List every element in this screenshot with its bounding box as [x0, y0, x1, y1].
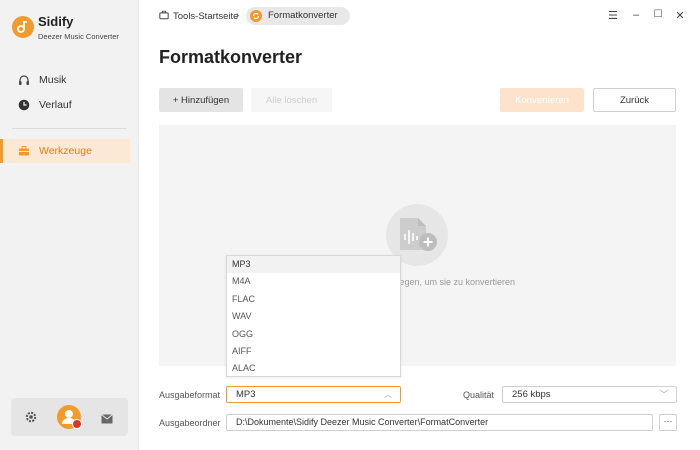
gear-icon[interactable] — [25, 410, 37, 428]
sidebar-item-musik[interactable]: Musik — [0, 68, 130, 92]
sidebar-item-werkzeuge[interactable]: Werkzeuge — [0, 139, 130, 163]
output-folder-label: Ausgabeordner — [159, 418, 221, 428]
add-button[interactable]: + Hinzufügen — [159, 88, 243, 112]
breadcrumb-current: Formatkonverter — [246, 7, 350, 25]
app-name: Sidify — [38, 14, 74, 29]
headphones-icon — [18, 74, 30, 86]
sidebar-item-verlauf[interactable]: Verlauf — [0, 93, 130, 117]
convert-icon — [250, 10, 262, 22]
breadcrumb-separator: › — [236, 10, 240, 21]
format-option-ogg[interactable]: OGG — [227, 326, 400, 343]
format-option-mp3[interactable]: MP3 — [227, 256, 400, 274]
browse-folder-button[interactable]: ··· — [659, 414, 677, 431]
output-folder-value: D:\Dokumente\Sidify Deezer Music Convert… — [236, 417, 489, 427]
chevron-down-icon: ﹀ — [660, 390, 668, 399]
quality-select[interactable]: 256 kbps ﹀ — [502, 386, 677, 403]
avatar-badge-icon — [72, 419, 82, 429]
minimize-icon[interactable]: – — [629, 9, 643, 21]
format-option-wav[interactable]: WAV — [227, 308, 400, 325]
sidebar: Sidify Deezer Music Converter Musik Verl… — [0, 0, 139, 450]
close-icon[interactable]: ✕ — [673, 9, 687, 22]
sidebar-footer — [11, 398, 128, 436]
maximize-icon[interactable]: ☐ — [651, 9, 665, 20]
quality-value: 256 kbps — [512, 389, 551, 400]
sidebar-item-label: Verlauf — [39, 99, 72, 111]
sidebar-divider — [12, 128, 127, 129]
chevron-up-icon: ︿ — [384, 390, 392, 399]
topbar: Tools-Startseite › Formatkonverter ☰ – ☐… — [139, 0, 700, 34]
breadcrumb-current-label: Formatkonverter — [268, 10, 338, 21]
sidebar-item-label: Werkzeuge — [39, 145, 92, 157]
format-option-m4a[interactable]: M4A — [227, 273, 400, 290]
output-format-value: MP3 — [236, 389, 256, 400]
sidebar-item-label: Musik — [39, 74, 67, 86]
format-option-alac[interactable]: ALAC — [227, 360, 400, 377]
toolbox-icon — [18, 145, 30, 157]
brand: Sidify Deezer Music Converter — [12, 14, 119, 41]
format-option-flac[interactable]: FLAC — [227, 291, 400, 308]
menu-icon[interactable]: ☰ — [606, 9, 620, 22]
output-folder-input[interactable]: D:\Dokumente\Sidify Deezer Music Convert… — [226, 414, 653, 431]
mail-icon[interactable] — [101, 411, 113, 429]
toolbox-icon — [159, 10, 169, 23]
breadcrumb-home[interactable]: Tools-Startseite — [159, 10, 238, 23]
quality-label: Qualität — [463, 390, 495, 400]
format-dropdown-list[interactable]: MP3 M4A FLAC WAV OGG AIFF ALAC — [226, 255, 401, 377]
app-logo-icon — [12, 16, 34, 38]
clock-icon — [18, 99, 30, 111]
convert-button[interactable]: Konvertieren — [500, 88, 584, 112]
format-option-aiff[interactable]: AIFF — [227, 343, 400, 360]
back-button[interactable]: Zurück — [593, 88, 676, 112]
breadcrumb-home-label: Tools-Startseite — [173, 11, 239, 22]
output-format-select[interactable]: MP3 ︿ — [226, 386, 401, 403]
app-subtitle: Deezer Music Converter — [38, 32, 119, 41]
clear-all-button[interactable]: Alle löschen — [251, 88, 332, 112]
output-format-label: Ausgabeformat — [159, 390, 221, 400]
page-title: Formatkonverter — [159, 47, 303, 67]
